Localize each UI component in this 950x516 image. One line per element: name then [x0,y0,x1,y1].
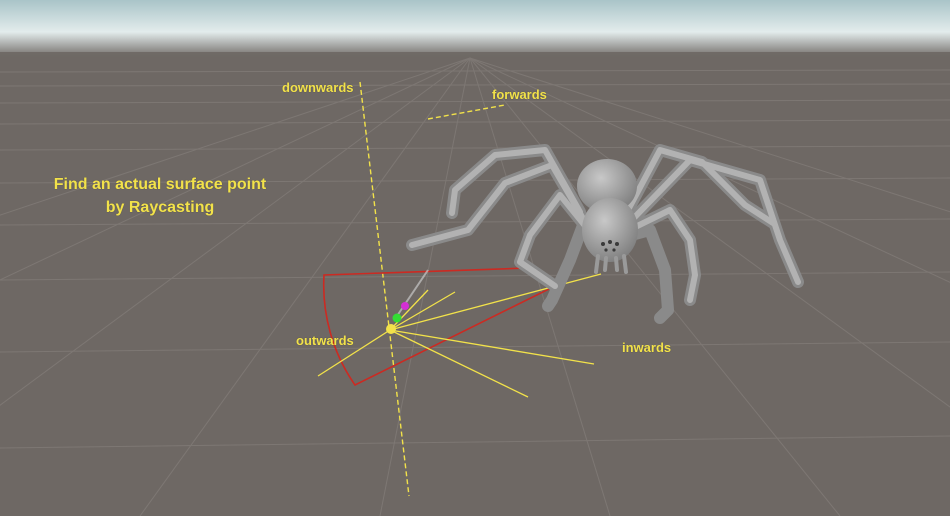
caption-line-2: by Raycasting [105,199,215,216]
scene-caption: Find an actual surface point by Raycasti… [30,173,290,219]
sky [0,0,950,58]
label-inwards: inwards [622,340,672,355]
label-forwards: forwards [492,87,547,102]
caption-line-1: Find an actual surface point [53,176,267,193]
label-downwards: downwards [282,80,354,95]
scene-viewport [0,0,950,516]
label-outwards: outwards [296,333,354,348]
